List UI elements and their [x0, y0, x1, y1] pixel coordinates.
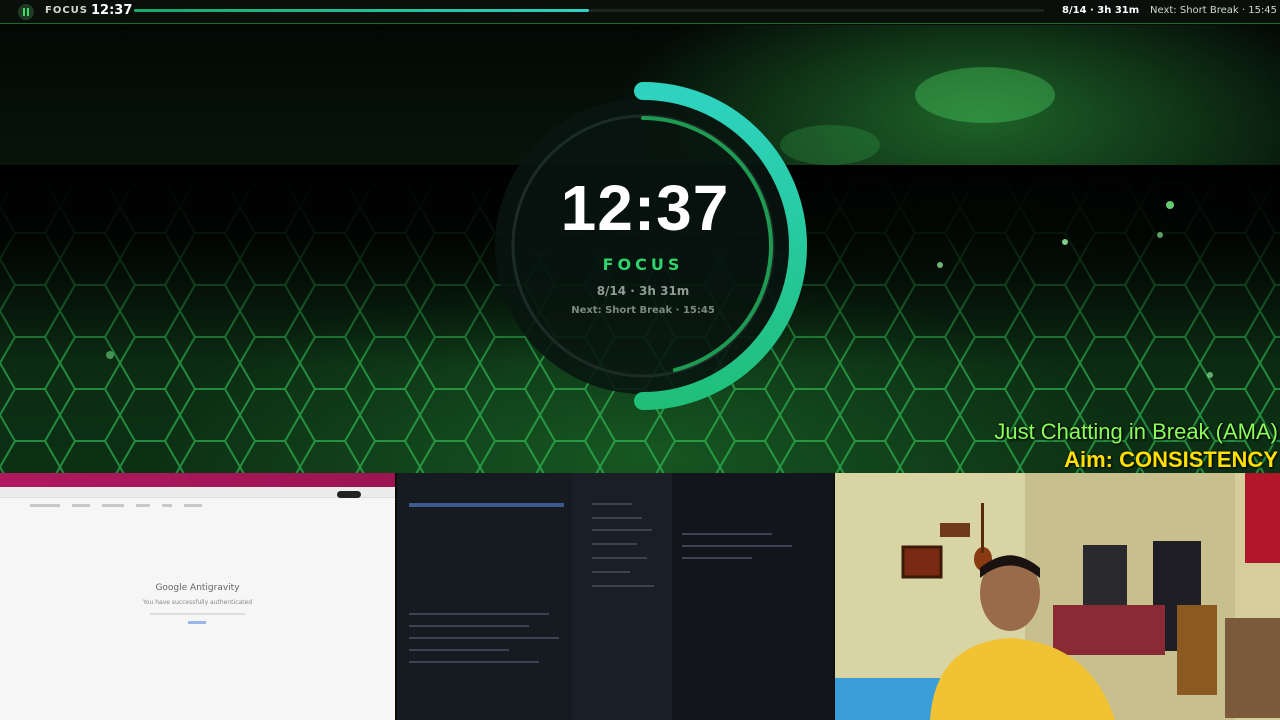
editor-selected-row[interactable]: [409, 503, 564, 507]
code-line: [592, 585, 654, 587]
editor-file-pane[interactable]: [572, 473, 672, 720]
topbar-next: Next: Short Break · 15:45: [1150, 5, 1278, 16]
code-line: [592, 543, 637, 545]
browser-page-nav: [30, 492, 370, 507]
topbar-time: 12:37: [91, 3, 133, 18]
code-line: [682, 557, 752, 559]
terminal-line: [409, 625, 529, 627]
webcam-image: [835, 473, 1280, 720]
topbar-mode-label: FOCUS: [45, 5, 88, 16]
browser-page-divider: [150, 613, 245, 615]
topbar-session: 8/14 · 3h 31m: [1062, 5, 1140, 16]
overlay-line-aim: Aim: CONSISTENCY: [1064, 447, 1278, 472]
browser-page-link[interactable]: [188, 621, 206, 624]
code-editor-window: [397, 473, 834, 720]
terminal-line: [409, 613, 549, 615]
code-line: [592, 557, 647, 559]
browser-window: Google Antigravity You have successfully…: [0, 473, 395, 720]
browser-page-button[interactable]: [337, 491, 361, 498]
code-line: [682, 545, 792, 547]
code-line: [682, 533, 772, 535]
overlay-line-chat: Just Chatting in Break (AMA): [994, 419, 1278, 444]
code-line: [592, 529, 652, 531]
terminal-line: [409, 649, 509, 651]
app-icon: [18, 4, 34, 20]
code-line: [592, 517, 642, 519]
webcam-feed: [835, 473, 1280, 720]
hex-grid-background: [0, 67, 1280, 473]
browser-page-message: You have successfully authenticated: [142, 599, 253, 606]
editor-main-pane[interactable]: [672, 473, 834, 720]
browser-page-logo: Google Antigravity: [155, 583, 240, 593]
top-status-bar: FOCUS 12:37 8/14 · 3h 31m Next: Short Br…: [0, 0, 1280, 24]
terminal-line: [409, 637, 559, 639]
topbar-progress-bar: [134, 9, 1044, 12]
topbar-progress-fill: [134, 9, 589, 12]
code-line: [592, 503, 632, 505]
terminal-line: [409, 661, 539, 663]
hero-background: [0, 25, 1280, 473]
editor-sidebar[interactable]: [397, 473, 572, 720]
browser-tab-strip[interactable]: [0, 473, 395, 487]
code-line: [592, 571, 630, 573]
stream-overlay-text: Just Chatting in Break (AMA) Aim: CONSIS…: [994, 418, 1278, 474]
